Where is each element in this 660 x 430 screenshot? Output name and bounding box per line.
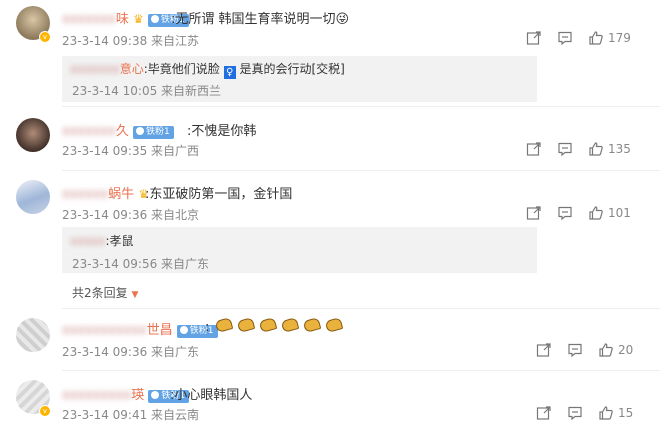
- comment-meta: 23-3-14 09:41 来自云南: [62, 408, 200, 422]
- food-emoji-icon: [280, 317, 300, 333]
- comment-meta: 23-3-14 09:36 来自广东: [62, 345, 200, 359]
- food-emoji-icon: [214, 317, 233, 333]
- food-emoji-icon: [236, 317, 255, 333]
- avatar[interactable]: [16, 180, 50, 214]
- comment-meta: 23-3-14 09:36 来自北京: [62, 208, 200, 222]
- reply-meta: 23-3-14 10:05 来自新西兰: [72, 84, 222, 98]
- comment-icon[interactable]: [557, 205, 573, 221]
- like-count: 179: [608, 31, 631, 45]
- reply-block: xxxxxxx意心:毕竟他们说脸 ♀ 是真的会行动[交税] 23-3-14 10…: [62, 56, 537, 102]
- like-button[interactable]: 135: [588, 141, 631, 157]
- share-icon[interactable]: [526, 205, 542, 221]
- comment-username[interactable]: xxxxxxx久 铁粉1: [62, 120, 174, 139]
- comment-text: :东亚破防第一国，金针国: [145, 187, 293, 202]
- comment-username[interactable]: xxxxxxxxxxx世昌 铁粉1: [62, 319, 218, 338]
- restroom-icon: ♀: [223, 66, 236, 79]
- food-emoji-icon: [302, 317, 322, 333]
- like-button[interactable]: 15: [598, 405, 633, 421]
- avatar[interactable]: [16, 318, 50, 352]
- divider: [62, 308, 660, 309]
- verified-badge-icon: v: [39, 405, 51, 417]
- reply-meta: 23-3-14 09:56 来自广东: [72, 257, 210, 271]
- like-button[interactable]: 179: [588, 30, 631, 46]
- comment-username[interactable]: xxxxxxx味 ♛ 铁粉1: [62, 8, 189, 27]
- comment-icon[interactable]: [557, 30, 573, 46]
- comment-icon[interactable]: [567, 405, 583, 421]
- share-icon[interactable]: [526, 141, 542, 157]
- comment-actions: 101: [526, 205, 631, 221]
- thumbs-up-icon: [599, 343, 613, 357]
- reply-text: xxxxxxx意心:毕竟他们说脸 ♀ 是真的会行动[交税]: [70, 62, 345, 79]
- like-button[interactable]: 101: [588, 205, 631, 221]
- tongue-emoji-icon: 😜: [335, 12, 350, 27]
- food-emoji-icon: [258, 317, 278, 333]
- divider: [62, 106, 660, 107]
- thumbs-up-icon: [589, 206, 603, 220]
- thumbs-up-icon: [589, 31, 603, 45]
- chevron-down-icon: ▼: [131, 290, 139, 300]
- like-button[interactable]: 20: [598, 342, 633, 358]
- food-emoji-icon: [324, 317, 344, 333]
- share-icon[interactable]: [526, 30, 542, 46]
- comment-meta: 23-3-14 09:38 来自江苏: [62, 34, 200, 48]
- like-count: 135: [608, 142, 631, 156]
- comment-username[interactable]: xxxxxx蜗牛 ♛: [62, 183, 149, 202]
- like-count: 20: [618, 343, 634, 357]
- comment-actions: 179: [526, 30, 631, 46]
- like-count: 101: [608, 206, 631, 220]
- thumbs-up-icon: [599, 406, 613, 420]
- share-icon[interactable]: [536, 405, 552, 421]
- comment-icon[interactable]: [567, 342, 583, 358]
- divider: [62, 170, 660, 171]
- comment-actions: 20: [536, 342, 633, 358]
- reply-block: xxxxx:孝鼠 23-3-14 09:56 来自广东: [62, 227, 537, 273]
- comment-icon[interactable]: [557, 141, 573, 157]
- comment-meta: 23-3-14 09:35 来自广西: [62, 144, 200, 158]
- like-count: 15: [618, 406, 634, 420]
- verified-badge-icon: v: [39, 31, 51, 43]
- comment-text: :: [205, 317, 344, 335]
- avatar[interactable]: [16, 118, 50, 152]
- reply-text: xxxxx:孝鼠: [70, 234, 134, 248]
- crown-icon: ♛: [133, 12, 144, 26]
- divider: [62, 370, 660, 371]
- more-replies-link[interactable]: 共2条回复 ▼: [72, 284, 138, 301]
- comment-actions: 15: [536, 405, 633, 421]
- thumbs-up-icon: [589, 142, 603, 156]
- share-icon[interactable]: [536, 342, 552, 358]
- fan-badge: 铁粉1: [133, 126, 174, 139]
- comment-text: :小心眼韩国人: [170, 388, 253, 403]
- comment-text: :无所谓 韩国生育率说明一切😜: [171, 12, 350, 27]
- comment-text: :不愧是你韩: [187, 124, 257, 139]
- comment-actions: 135: [526, 141, 631, 157]
